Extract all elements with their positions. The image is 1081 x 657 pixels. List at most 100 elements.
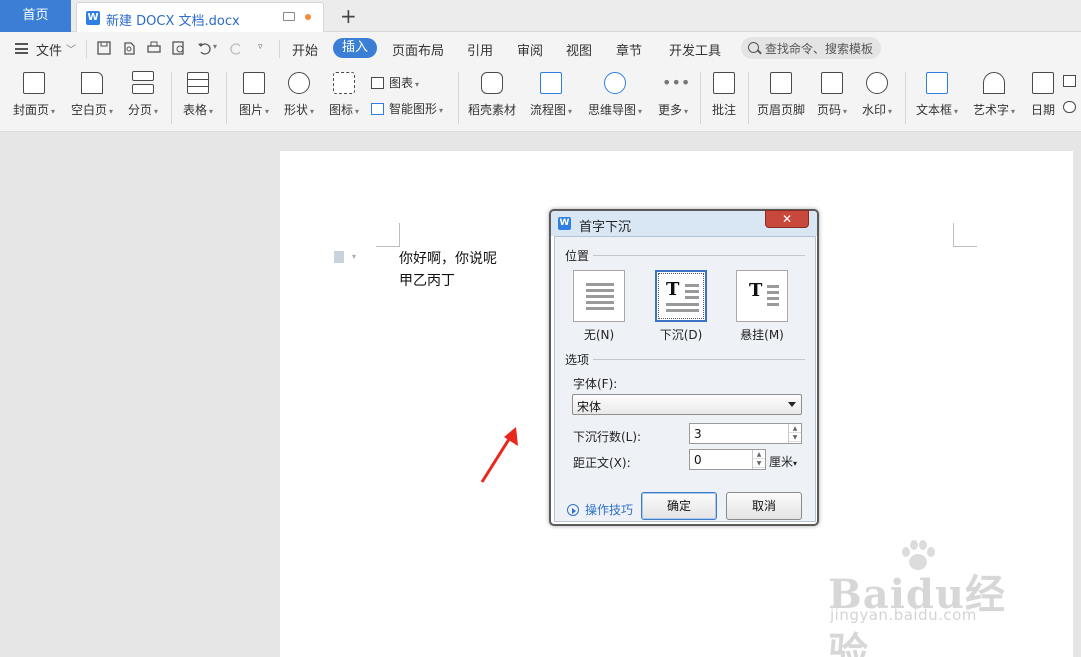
cover-page-button[interactable]: 封面页 ▾ [8, 66, 60, 130]
dropdown-arrow-icon: ▾ [415, 80, 420, 89]
command-search-placeholder: 查找命令、搜索模板 [765, 42, 874, 56]
home-tab[interactable]: 首页 [0, 0, 71, 32]
blank-page-button[interactable]: 空白页 ▾ [66, 66, 118, 130]
paragraph-handle-arrow-icon[interactable]: ▾ [352, 252, 356, 261]
tips-label: 操作技巧 [585, 503, 634, 517]
tab-section[interactable]: 章节 [616, 40, 642, 59]
dropdown-arrow-icon: ▾ [954, 107, 959, 116]
flowchart-button[interactable]: 流程图 ▾ [526, 66, 576, 130]
undo-icon[interactable] [197, 41, 211, 55]
drop-lines-stepper[interactable]: 3 ▲ ▼ [689, 423, 802, 444]
textbox-icon [926, 72, 948, 94]
distance-stepper[interactable]: 0 ▲ ▼ [689, 449, 766, 470]
document-text-line[interactable]: 你好啊，你说呢 [399, 248, 497, 268]
paragraph-handle-icon[interactable] [334, 251, 344, 263]
screen-icon[interactable] [283, 12, 295, 21]
decrement-icon[interactable]: ▼ [789, 433, 801, 442]
smart-art-button[interactable]: 智能图形 ▾ [371, 100, 443, 117]
decrement-icon[interactable]: ▼ [753, 459, 765, 468]
date-button[interactable]: 日期 [1026, 66, 1060, 130]
customize-quick-access-icon[interactable]: ▿ [258, 42, 263, 52]
textbox-button[interactable]: 文本框 ▾ [911, 66, 963, 130]
blank-page-label: 空白页 [70, 103, 107, 117]
cover-page-icon [23, 72, 45, 94]
distance-unit-label: 厘米 [769, 455, 794, 469]
ok-button[interactable]: 确定 [641, 492, 717, 520]
mindmap-icon [604, 72, 626, 94]
ribbon-divider [905, 72, 906, 124]
insert-ribbon: 封面页 ▾ 空白页 ▾ 分页 ▾ 表格 ▾ 图片 ▾ 形状 ▾ 图标 ▾ 图表 ▾ 智能图形 ▾ … [0, 66, 1081, 132]
cover-page-label: 封面页 [12, 103, 49, 117]
cancel-button[interactable]: 取消 [726, 492, 802, 520]
attachment-button[interactable] [1063, 100, 1076, 114]
chart-button[interactable]: 图表 ▾ [371, 74, 419, 91]
page-break-button[interactable]: 分页 ▾ [122, 66, 164, 130]
watermark-button[interactable]: 水印 ▾ [857, 66, 897, 130]
margin-corner-mark [953, 223, 977, 247]
divider [593, 255, 805, 256]
print-preview-icon[interactable] [172, 41, 186, 55]
print-icon[interactable] [147, 41, 161, 55]
stepper-buttons[interactable]: ▲ ▼ [788, 424, 801, 443]
export-pdf-icon[interactable] [122, 41, 136, 55]
tips-link[interactable]: 操作技巧 [567, 501, 633, 518]
redo-icon[interactable] [230, 41, 244, 55]
object-button[interactable] [1063, 74, 1076, 88]
position-none-option[interactable] [573, 270, 625, 322]
tab-view[interactable]: 视图 [566, 40, 592, 59]
flowchart-label: 流程图 [529, 103, 566, 117]
icon-library-label: 图标 [328, 103, 353, 117]
document-text-line[interactable]: 甲乙丙丁 [399, 270, 455, 290]
position-margin-option[interactable]: T [736, 270, 788, 322]
undo-dropdown-icon[interactable]: ▾ [213, 42, 217, 51]
tab-review[interactable]: 审阅 [517, 40, 543, 59]
page-break-icon [132, 71, 154, 81]
options-section-label: 选项 [565, 353, 590, 367]
close-button[interactable]: ✕ [765, 210, 809, 228]
page-number-label: 页码 [816, 103, 841, 117]
increment-icon[interactable]: ▲ [753, 450, 765, 459]
table-button[interactable]: 表格 ▾ [176, 66, 220, 130]
file-menu-chevron-icon[interactable]: ﹀ [66, 41, 76, 56]
position-drop-option[interactable]: T [655, 270, 707, 322]
font-label: 字体(F): [573, 377, 618, 391]
tab-developer[interactable]: 开发工具 [669, 40, 721, 59]
icon-library-button[interactable]: 图标 ▾ [322, 66, 366, 130]
increment-icon[interactable]: ▲ [789, 424, 801, 433]
flowchart-icon [540, 72, 562, 94]
document-tab[interactable]: W 新建 DOCX 文档.docx [76, 2, 324, 32]
play-icon [567, 504, 579, 516]
stepper-buttons[interactable]: ▲ ▼ [752, 450, 765, 469]
dialog-title-bar[interactable]: W 首字下沉 ✕ [551, 210, 817, 236]
more-button[interactable]: ••• 更多 ▾ [652, 66, 694, 130]
distance-unit-dropdown[interactable]: 厘米▾ [769, 453, 797, 470]
page-number-button[interactable]: 页码 ▾ [812, 66, 852, 130]
ribbon-divider [700, 72, 701, 124]
position-drop-label: 下沉(D) [659, 328, 703, 342]
tab-references[interactable]: 引用 [467, 40, 493, 59]
tab-home[interactable]: 开始 [292, 40, 318, 59]
material-button[interactable]: 稻壳素材 [463, 66, 521, 130]
header-footer-icon [770, 72, 792, 94]
font-select[interactable]: 宋体 [572, 394, 802, 415]
wordart-button[interactable]: 艺术字 ▾ [968, 66, 1020, 130]
file-menu[interactable]: 文件 [36, 40, 62, 59]
smart-art-icon [371, 103, 384, 115]
mindmap-button[interactable]: 思维导图 ▾ [584, 66, 646, 130]
menu-bar: 文件 ﹀ ▾ ▿ 开始 插入 页面布局 引用 审阅 视图 章节 开发工具 查找命… [0, 32, 1081, 66]
dropdown-arrow-icon: ▾ [684, 107, 689, 116]
new-tab-plus-icon[interactable]: + [340, 4, 357, 28]
shape-button[interactable]: 形状 ▾ [277, 66, 321, 130]
divider [279, 40, 280, 58]
tab-insert[interactable]: 插入 [333, 38, 377, 58]
tab-page-layout[interactable]: 页面布局 [392, 40, 444, 59]
annotation-arrow-icon [480, 427, 518, 483]
menu-icon[interactable] [15, 43, 28, 54]
picture-button[interactable]: 图片 ▾ [232, 66, 276, 130]
header-footer-button[interactable]: 页眉页脚 [753, 66, 809, 130]
comment-button[interactable]: 批注 [704, 66, 744, 130]
date-label: 日期 [1030, 103, 1055, 117]
save-icon[interactable] [97, 41, 111, 55]
dropdown-arrow-icon: ▾ [568, 107, 573, 116]
command-search-box[interactable]: 查找命令、搜索模板 [741, 37, 881, 59]
